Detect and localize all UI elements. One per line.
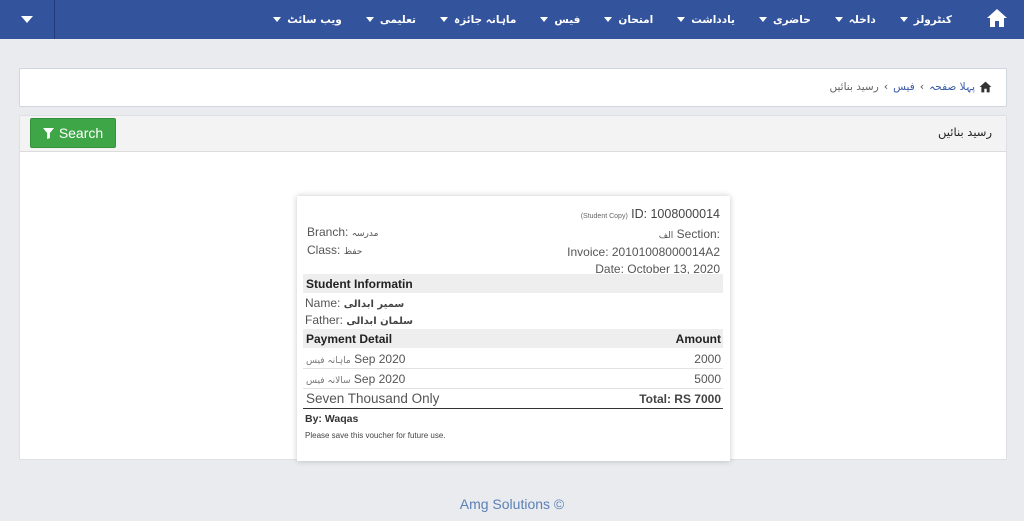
caret-down-icon (540, 17, 549, 22)
total-in-words: Seven Thousand Only (306, 391, 440, 406)
copy-label: (Student Copy) (580, 213, 628, 220)
payment-description: ماہانہ فیس Sep 2020 (306, 352, 405, 366)
receipt-panel: Search رسید بنائیں Branch: مدرسہ Class: … (19, 115, 1007, 461)
caret-down-icon (834, 17, 843, 22)
breadcrumb-current: رسید بنائیں (829, 80, 879, 93)
payment-row: سالانہ فیس Sep 2020 5000 (303, 369, 723, 389)
top-navbar: ویب سائٹ تعلیمی ماہانہ جائزہ فیس امتحان … (0, 0, 1024, 39)
chevron-down-icon (21, 16, 33, 23)
caret-down-icon (439, 17, 448, 22)
invoice-line: Invoice: 20101008000014A2 (567, 244, 720, 261)
total-amount: Total: RS 7000 (639, 391, 721, 406)
father-name-line: Father: سلمان ابدالی (305, 313, 413, 327)
total-row: Seven Thousand Only Total: RS 7000 (303, 389, 723, 409)
panel-title: رسید بنائیں (938, 125, 992, 139)
menu-label: تعلیمی (379, 13, 416, 26)
menu-label: فیس (554, 13, 581, 26)
caret-down-icon (677, 17, 686, 22)
menu-label: داخلہ (848, 13, 876, 26)
fee-type: ماہانہ فیس (306, 355, 351, 366)
menu-controls[interactable]: کنٹرولز (888, 0, 964, 39)
student-info-heading: Student Informatin (303, 274, 723, 293)
payment-detail-heading: Payment Detail Amount (303, 329, 723, 348)
class-value: حفظ (343, 247, 363, 257)
fee-receipt: Branch: مدرسہ Class: حفظ (Student Copy) … (297, 196, 730, 461)
menu-label: ویب سائٹ (287, 13, 342, 26)
menu-label: ماہانہ جائزہ (453, 13, 517, 26)
breadcrumb: رسید بنائیں ‹ فیس ‹ پہلا صفحہ (830, 80, 993, 93)
caret-down-icon (365, 17, 374, 22)
receipt-meta: (Student Copy) ID: 1008000014 الف Sectio… (567, 206, 720, 277)
amount-heading-text: Amount (675, 331, 721, 346)
name-label: Name: (305, 296, 341, 310)
fee-type: سالانہ فیس (306, 375, 351, 386)
payment-amount: 2000 (694, 351, 721, 366)
payment-row: ماہانہ فیس Sep 2020 2000 (303, 349, 723, 369)
class-line: Class: حفظ (307, 242, 378, 260)
branch-label: Branch: (307, 225, 349, 239)
payment-heading-text: Payment Detail (306, 331, 393, 346)
payment-amount: 5000 (694, 371, 721, 386)
filter-icon (42, 127, 54, 139)
menu-label: کنٹرولز (913, 13, 952, 26)
home-button[interactable] (986, 8, 1012, 30)
section-label: Section: (676, 226, 720, 241)
menu-notes[interactable]: یادداشت (665, 0, 747, 39)
id-label: ID: (631, 207, 648, 221)
menu-label: امتحان (618, 13, 654, 26)
caret-down-icon (604, 17, 613, 22)
class-label: Class: (307, 243, 341, 257)
breadcrumb-home-link[interactable]: پہلا صفحہ (929, 81, 975, 93)
menu-attendance[interactable]: حاضری (747, 0, 823, 39)
panel-header: Search رسید بنائیں (20, 116, 1006, 152)
section-line: الف Section: (567, 226, 720, 245)
student-heading-text: Student Informatin (306, 276, 413, 291)
menu-label: یادداشت (691, 13, 735, 26)
fee-period: Sep 2020 (354, 351, 406, 366)
chevron-left-icon: ‹ (919, 80, 925, 93)
father-value: سلمان ابدالی (346, 316, 414, 327)
invoice-value: 20101008000014A2 (611, 245, 720, 259)
menu-exams[interactable]: امتحان (592, 0, 665, 39)
caret-down-icon (899, 17, 908, 22)
invoice-label: Invoice: (567, 245, 609, 259)
menu-label: حاضری (772, 13, 811, 26)
menu-website[interactable]: ویب سائٹ (261, 0, 354, 39)
branch-line: Branch: مدرسہ (307, 224, 378, 242)
id-line: (Student Copy) ID: 1008000014 (567, 206, 720, 226)
voucher-note: Please save this voucher for future use. (305, 431, 446, 440)
search-button[interactable]: Search (30, 118, 116, 148)
sidebar-toggle-button[interactable] (0, 0, 55, 39)
name-value: سمیر ابدالی (343, 299, 405, 310)
footer-copyright: Amg Solutions © (459, 496, 565, 512)
breadcrumb-fees-link[interactable]: فیس (893, 81, 915, 93)
section-value: الف (658, 230, 674, 241)
breadcrumb-bar: رسید بنائیں ‹ فیس ‹ پہلا صفحہ (19, 68, 1007, 107)
menu-education[interactable]: تعلیمی (354, 0, 428, 39)
home-icon (987, 9, 1007, 27)
branch-value: مدرسہ (351, 229, 379, 239)
id-value: 1008000014 (650, 207, 720, 221)
student-name-line: Name: سمیر ابدالی (305, 296, 404, 310)
receipt-branch-info: Branch: مدرسہ Class: حفظ (307, 224, 378, 260)
fee-period: Sep 2020 (353, 371, 406, 386)
home-icon (979, 81, 992, 92)
chevron-left-icon: ‹ (883, 80, 889, 93)
caret-down-icon (273, 17, 282, 22)
menu-admission[interactable]: داخلہ (823, 0, 888, 39)
main-menu: ویب سائٹ تعلیمی ماہانہ جائزہ فیس امتحان … (261, 0, 964, 39)
menu-fees[interactable]: فیس (528, 0, 592, 39)
search-button-label: Search (58, 125, 104, 141)
father-label: Father: (305, 313, 344, 327)
caret-down-icon (758, 17, 767, 22)
issued-by: By: Waqas (305, 413, 359, 425)
menu-monthly-review[interactable]: ماہانہ جائزہ (428, 0, 528, 39)
payment-description: سالانہ فیس Sep 2020 (306, 372, 405, 386)
